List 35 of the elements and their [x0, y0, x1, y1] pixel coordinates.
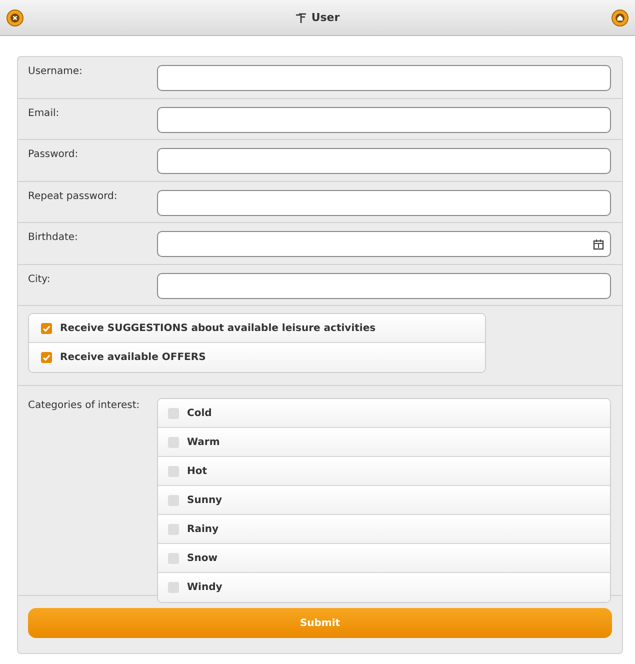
category-label[interactable]: Windy [187, 582, 222, 593]
field-label: Categories of interest: [28, 399, 141, 413]
home-icon[interactable] [611, 8, 629, 26]
input-field[interactable] [157, 106, 611, 132]
checkbox[interactable] [168, 436, 179, 448]
date-field[interactable] [157, 231, 611, 257]
input-field[interactable] [157, 272, 611, 298]
category-label[interactable]: Hot [187, 466, 208, 476]
field-label: Password: [28, 148, 80, 162]
user-icon [295, 12, 308, 24]
field-label: Birthdate: [28, 231, 79, 245]
category-label[interactable]: Warm [187, 436, 220, 448]
window-title: User [311, 11, 340, 24]
field-label: Email: [28, 106, 60, 120]
checkbox[interactable] [41, 322, 52, 334]
checkbox[interactable] [168, 552, 179, 564]
category-label[interactable]: Cold [187, 408, 212, 418]
input-field[interactable] [157, 148, 611, 174]
calendar-icon[interactable] [593, 238, 604, 250]
checkbox[interactable] [168, 524, 179, 534]
checkbox[interactable] [41, 352, 52, 363]
category-label[interactable]: Rainy [187, 524, 219, 534]
category-label[interactable]: Snow [187, 552, 218, 564]
checkbox[interactable] [168, 494, 179, 506]
checkbox[interactable] [168, 466, 179, 476]
field-label: Repeat password: [28, 190, 118, 204]
field-label: Username: [28, 65, 84, 79]
input-field[interactable] [157, 65, 611, 91]
checkbox[interactable] [168, 408, 179, 418]
checkbox[interactable] [168, 582, 179, 593]
input-field[interactable] [157, 190, 611, 216]
category-label[interactable]: Sunny [187, 494, 222, 506]
option-label[interactable]: Receive available OFFERS [60, 352, 206, 363]
field-label: City: [28, 272, 52, 286]
close-icon[interactable] [6, 8, 24, 26]
